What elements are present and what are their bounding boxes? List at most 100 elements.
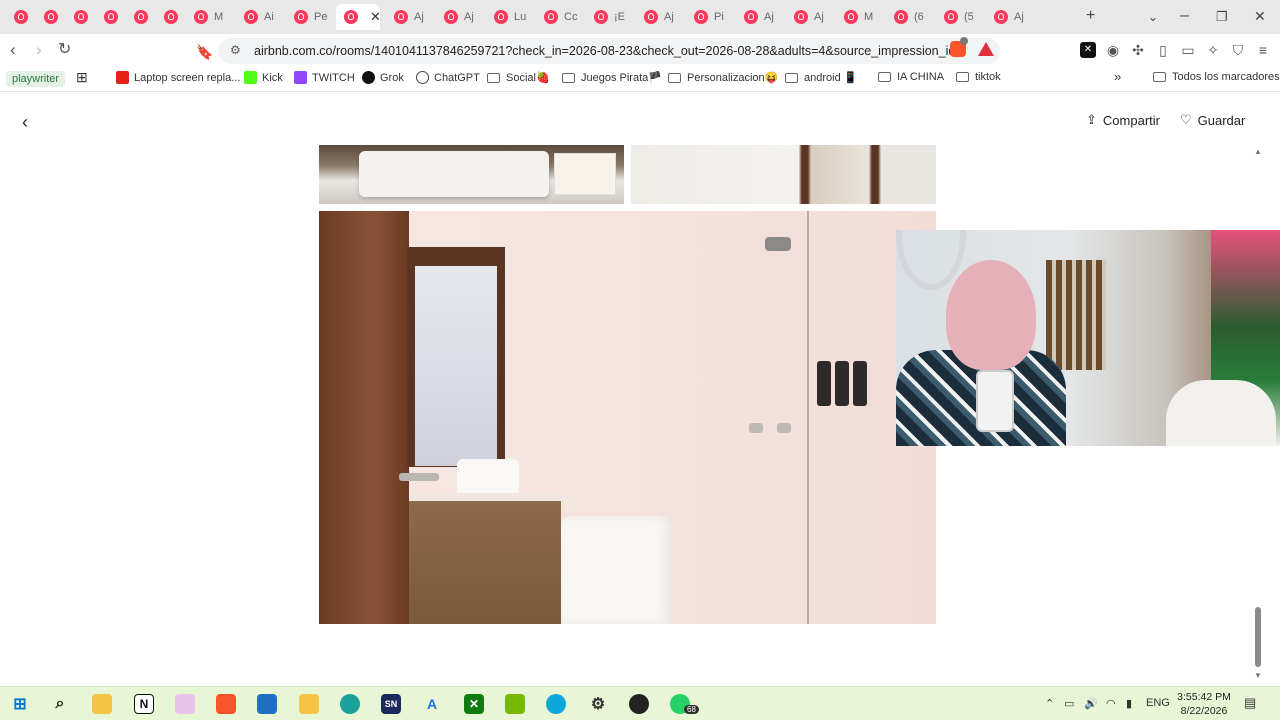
tab-title: Aj — [814, 11, 824, 23]
bookmarks-overflow-button[interactable]: » — [1114, 69, 1121, 84]
brave-browser-icon[interactable] — [216, 694, 236, 714]
nvidia-icon[interactable] — [505, 694, 525, 714]
menu-icon[interactable]: ≡ — [1255, 42, 1271, 58]
tab[interactable]: (5 — [936, 4, 982, 30]
extensions-puzzle-icon[interactable]: ✣ — [1130, 42, 1146, 58]
windows-start-icon[interactable]: ⊞ — [10, 694, 30, 714]
forward-nav-button[interactable]: › — [36, 40, 42, 60]
all-bookmarks-button[interactable]: Todos los marcadores — [1153, 71, 1280, 83]
wallet-icon[interactable]: ▭ — [1180, 42, 1196, 58]
bookmark-folder-android[interactable]: android 📱 — [785, 71, 857, 84]
tab[interactable]: Pe — [286, 4, 332, 30]
tab[interactable] — [126, 4, 154, 30]
bedroom-photo[interactable] — [319, 145, 624, 204]
maximize-window-button[interactable]: ❐ — [1216, 9, 1228, 25]
airbnb-favicon-icon — [104, 10, 118, 24]
tab-title: Cc — [564, 11, 578, 23]
battery-icon[interactable]: ▭ — [1064, 697, 1074, 710]
tab-search-chevron-icon[interactable]: ⌄ — [1148, 10, 1158, 24]
sync-app-icon[interactable] — [546, 694, 566, 714]
reload-button[interactable]: ↻ — [58, 40, 71, 60]
page-scrollbar[interactable]: ▲ ▼ — [1252, 147, 1264, 680]
clock[interactable]: 3:55:42 PM 8/22/2026 — [1176, 690, 1232, 718]
room-photo[interactable] — [631, 145, 936, 204]
tab[interactable]: Aj — [636, 4, 682, 30]
tab[interactable]: Aj — [736, 4, 782, 30]
tab[interactable]: Pi — [686, 4, 732, 30]
leo-ai-icon[interactable]: ✧ — [1205, 42, 1221, 58]
show-hidden-icons-chevron-icon[interactable]: ⌃ — [1045, 697, 1054, 710]
bookmark-page-icon[interactable]: 🔖 — [196, 42, 213, 62]
search-icon[interactable]: ⌕ — [50, 694, 70, 714]
microphone-icon[interactable]: ▮ — [1126, 697, 1132, 710]
obs-icon[interactable] — [629, 694, 649, 714]
site-info-icon[interactable]: ⚙ — [230, 43, 241, 57]
tab-active[interactable]: ✕ — [336, 4, 381, 30]
address-bar[interactable]: ⚙ airbnb.com.co/rooms/140104113784625972… — [218, 38, 1000, 64]
scroll-down-arrow-icon[interactable]: ▼ — [1254, 671, 1262, 680]
bookmark-playwriter[interactable]: playwriter — [6, 71, 66, 87]
tab[interactable]: M — [186, 4, 232, 30]
file-explorer-icon[interactable] — [92, 694, 112, 714]
font-app-icon[interactable]: A — [422, 694, 442, 714]
tab[interactable]: (6 — [886, 4, 932, 30]
browser-app-icon[interactable] — [340, 694, 360, 714]
bookmark-twitch[interactable]: TWITCH — [294, 71, 355, 84]
brave-rewards-icon[interactable] — [978, 42, 994, 56]
tab[interactable]: Ai — [236, 4, 282, 30]
back-nav-button[interactable]: ‹ — [10, 40, 16, 60]
tab[interactable] — [156, 4, 184, 30]
tab[interactable]: Aj — [436, 4, 482, 30]
scroll-thumb[interactable] — [1255, 607, 1261, 667]
volume-icon[interactable]: 🔊 — [1084, 697, 1098, 710]
bathroom-photo[interactable] — [319, 211, 936, 624]
tab[interactable]: Cc — [536, 4, 582, 30]
extension-x-icon[interactable]: ✕ — [1080, 42, 1096, 58]
tab[interactable]: Lu — [486, 4, 532, 30]
store-icon[interactable] — [257, 694, 277, 714]
bookmark-kick[interactable]: Kick — [244, 71, 283, 84]
bookmark-folder-tiktok[interactable]: tiktok — [956, 71, 1001, 83]
xbox-icon[interactable]: ✕ — [464, 694, 484, 714]
app-icon[interactable] — [175, 694, 195, 714]
save-button[interactable]: ♡ Guardar — [1180, 112, 1245, 128]
bookmark-grok[interactable]: Grok — [362, 71, 404, 84]
tab[interactable]: Aj — [986, 4, 1032, 30]
bookmark-folder-ia-china[interactable]: IA CHINA — [878, 71, 944, 83]
tab[interactable] — [66, 4, 94, 30]
share-button[interactable]: ⇪ Compartir — [1086, 112, 1160, 128]
tab[interactable]: Aj — [786, 4, 832, 30]
sidebar-toggle-icon[interactable]: ▯ — [1155, 42, 1171, 58]
bookmark-youtube[interactable]: Laptop screen repla... — [116, 71, 240, 84]
settings-gear-icon[interactable]: ⚙ — [588, 694, 608, 714]
tab[interactable]: Aj — [386, 4, 432, 30]
tab[interactable]: M — [836, 4, 882, 30]
vpn-shield-icon[interactable]: ⛉ — [1230, 42, 1246, 58]
tab-title: Ai — [264, 11, 274, 23]
tab[interactable]: ¡E — [586, 4, 632, 30]
minimize-window-button[interactable]: – — [1180, 7, 1189, 25]
notification-center-icon[interactable]: ▤ — [1244, 695, 1256, 711]
notion-icon[interactable]: N — [134, 694, 154, 714]
webcam-overlay — [896, 230, 1280, 446]
sticky-notes-icon[interactable] — [299, 694, 319, 714]
tab[interactable] — [6, 4, 34, 30]
close-tab-icon[interactable]: ✕ — [370, 9, 381, 25]
tab[interactable] — [36, 4, 64, 30]
wifi-icon[interactable]: ◠ — [1106, 697, 1116, 710]
close-window-button[interactable]: ✕ — [1254, 8, 1266, 25]
scroll-up-arrow-icon[interactable]: ▲ — [1254, 147, 1262, 156]
bookmark-folder-social[interactable]: Social🍓 — [487, 71, 550, 84]
apps-grid-icon[interactable]: ⊞ — [76, 69, 88, 86]
language-indicator[interactable]: ENG — [1146, 697, 1170, 709]
url-text[interactable]: airbnb.com.co/rooms/1401041137846259721?… — [254, 44, 954, 58]
bookmark-folder-personalizacion[interactable]: Personalizacion😝 — [668, 71, 778, 84]
sn-app-icon[interactable]: SN — [381, 694, 401, 714]
clock-date: 8/22/2026 — [1180, 705, 1228, 717]
tab[interactable] — [96, 4, 124, 30]
back-arrow-button[interactable]: ‹ — [22, 112, 28, 133]
bookmark-folder-juegos[interactable]: Juegos Pirata🏴 — [562, 71, 662, 84]
bookmark-chatgpt[interactable]: ChatGPT — [416, 71, 480, 84]
new-tab-button[interactable]: + — [1086, 7, 1095, 25]
camera-icon[interactable]: ◉ — [1105, 42, 1121, 58]
